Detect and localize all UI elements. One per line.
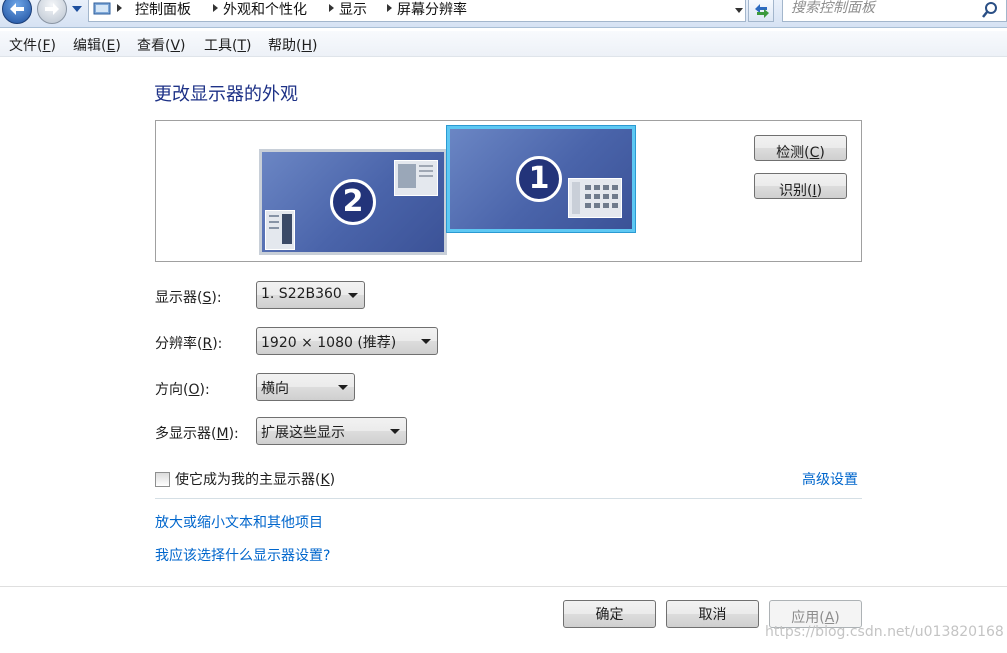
resolution-label: 分辨率(R): bbox=[155, 336, 223, 352]
forward-button[interactable] bbox=[37, 0, 67, 24]
watermark: https://blog.csdn.net/u013820168 bbox=[765, 624, 1004, 640]
access-key: I bbox=[812, 183, 817, 199]
make-primary-label[interactable]: 使它成为我的主显示器(K) bbox=[175, 469, 335, 489]
search-input[interactable] bbox=[791, 0, 971, 18]
menu-key: T bbox=[237, 38, 247, 54]
address-dropdown-icon[interactable] bbox=[735, 8, 743, 13]
recent-pages-icon[interactable] bbox=[72, 6, 82, 12]
access-key: M bbox=[216, 426, 229, 442]
breadcrumb-separator-icon bbox=[387, 4, 392, 12]
access-key: O bbox=[188, 382, 200, 398]
orientation-select-value: 横向 bbox=[261, 381, 289, 397]
back-arrow-icon bbox=[10, 3, 24, 15]
page-title: 更改显示器的外观 bbox=[154, 84, 298, 105]
mini-grid-window-icon bbox=[568, 178, 622, 218]
monitor-number-badge: 1 bbox=[516, 156, 562, 202]
chevron-down-icon bbox=[390, 429, 400, 434]
label-text: 使它成为我的主显示器 bbox=[175, 472, 315, 488]
access-key: K bbox=[320, 472, 330, 488]
chevron-down-icon bbox=[348, 293, 358, 298]
menu-label: 查看 bbox=[137, 38, 165, 54]
menu-tools[interactable]: 工具(T) bbox=[204, 35, 252, 55]
menu-label: 文件 bbox=[9, 38, 37, 54]
access-key: R bbox=[202, 336, 213, 352]
back-button[interactable] bbox=[2, 0, 32, 24]
display-label: 显示器(S): bbox=[155, 290, 222, 306]
control-panel-icon bbox=[93, 2, 111, 15]
mini-window-icon bbox=[394, 160, 438, 196]
breadcrumb-separator-icon bbox=[117, 4, 122, 12]
breadcrumb-item-appearance[interactable]: 外观和个性化 bbox=[223, 0, 307, 19]
menu-key: E bbox=[106, 38, 116, 54]
label-text: 多显示器 bbox=[155, 426, 211, 442]
orientation-select[interactable]: 横向 bbox=[256, 373, 355, 401]
address-bar: 控制面板 外观和个性化 显示 屏幕分辨率 bbox=[0, 0, 1007, 28]
multiple-displays-select[interactable]: 扩展这些显示 bbox=[256, 417, 407, 445]
resolution-select[interactable]: 1920 × 1080 (推荐) bbox=[256, 327, 438, 355]
breadcrumb-item-control-panel[interactable]: 控制面板 bbox=[135, 0, 191, 19]
menu-label: 工具 bbox=[204, 38, 232, 54]
display-select[interactable]: 1. S22B360 bbox=[256, 281, 365, 309]
text-size-link[interactable]: 放大或缩小文本和其他项目 bbox=[155, 512, 323, 532]
menu-edit[interactable]: 编辑(E) bbox=[73, 35, 121, 55]
make-primary-checkbox[interactable] bbox=[155, 472, 170, 487]
breadcrumb[interactable]: 控制面板 外观和个性化 显示 屏幕分辨率 bbox=[88, 0, 746, 22]
forward-arrow-icon bbox=[45, 3, 59, 15]
identify-button[interactable]: 识别(I) bbox=[754, 173, 847, 199]
button-text: 识别 bbox=[778, 183, 807, 199]
ok-button[interactable]: 确定 bbox=[563, 600, 656, 628]
menu-bar: 文件(F) 编辑(E) 查看(V) 工具(T) 帮助(H) bbox=[0, 31, 1007, 57]
button-label: 识别(I) bbox=[779, 177, 822, 200]
multiple-displays-label: 多显示器(M): bbox=[155, 426, 239, 442]
access-key: C bbox=[809, 145, 820, 161]
menu-help[interactable]: 帮助(H) bbox=[268, 35, 317, 55]
footer-divider bbox=[0, 586, 1007, 587]
detect-button[interactable]: 检测(C) bbox=[754, 135, 847, 161]
monitor-2[interactable]: 2 bbox=[259, 149, 447, 255]
chevron-down-icon bbox=[338, 385, 348, 390]
button-label: 检测(C) bbox=[776, 139, 825, 162]
refresh-button[interactable] bbox=[748, 0, 774, 22]
search-box bbox=[782, 0, 1007, 22]
button-label: 确定 bbox=[595, 607, 624, 623]
divider bbox=[155, 498, 862, 499]
display-select-value: 1. S22B360 bbox=[261, 286, 342, 302]
monitor-1-selected[interactable]: 1 bbox=[447, 126, 635, 232]
resolution-select-value: 1920 × 1080 (推荐) bbox=[261, 335, 397, 351]
search-icon[interactable] bbox=[981, 1, 999, 19]
menu-file[interactable]: 文件(F) bbox=[9, 35, 56, 55]
button-text: 检测 bbox=[776, 145, 805, 161]
breadcrumb-item-resolution[interactable]: 屏幕分辨率 bbox=[397, 0, 467, 19]
menu-label: 编辑 bbox=[73, 38, 101, 54]
display-settings-help-link[interactable]: 我应该选择什么显示器设置? bbox=[155, 545, 330, 565]
label-text: 方向 bbox=[155, 382, 183, 398]
breadcrumb-item-display[interactable]: 显示 bbox=[339, 0, 367, 19]
grid-icon bbox=[572, 182, 618, 214]
mini-start-menu-icon bbox=[265, 210, 295, 250]
advanced-settings-link[interactable]: 高级设置 bbox=[802, 469, 858, 489]
menu-key: H bbox=[301, 38, 312, 54]
button-label: 取消 bbox=[698, 607, 727, 623]
multiple-displays-select-value: 扩展这些显示 bbox=[261, 425, 345, 441]
access-key: S bbox=[202, 290, 212, 306]
breadcrumb-separator-icon bbox=[213, 4, 218, 12]
menu-label: 帮助 bbox=[268, 38, 296, 54]
label-text: 显示器 bbox=[155, 290, 197, 306]
orientation-label: 方向(O): bbox=[155, 382, 210, 398]
menu-key: V bbox=[170, 38, 181, 54]
monitor-number-badge: 2 bbox=[330, 179, 376, 225]
chevron-down-icon bbox=[421, 339, 431, 344]
menu-key: F bbox=[42, 38, 51, 54]
label-text: 分辨率 bbox=[155, 336, 197, 352]
breadcrumb-separator-icon bbox=[329, 4, 334, 12]
refresh-icon bbox=[755, 4, 769, 18]
menu-view[interactable]: 查看(V) bbox=[137, 35, 186, 55]
cancel-button[interactable]: 取消 bbox=[666, 600, 759, 628]
